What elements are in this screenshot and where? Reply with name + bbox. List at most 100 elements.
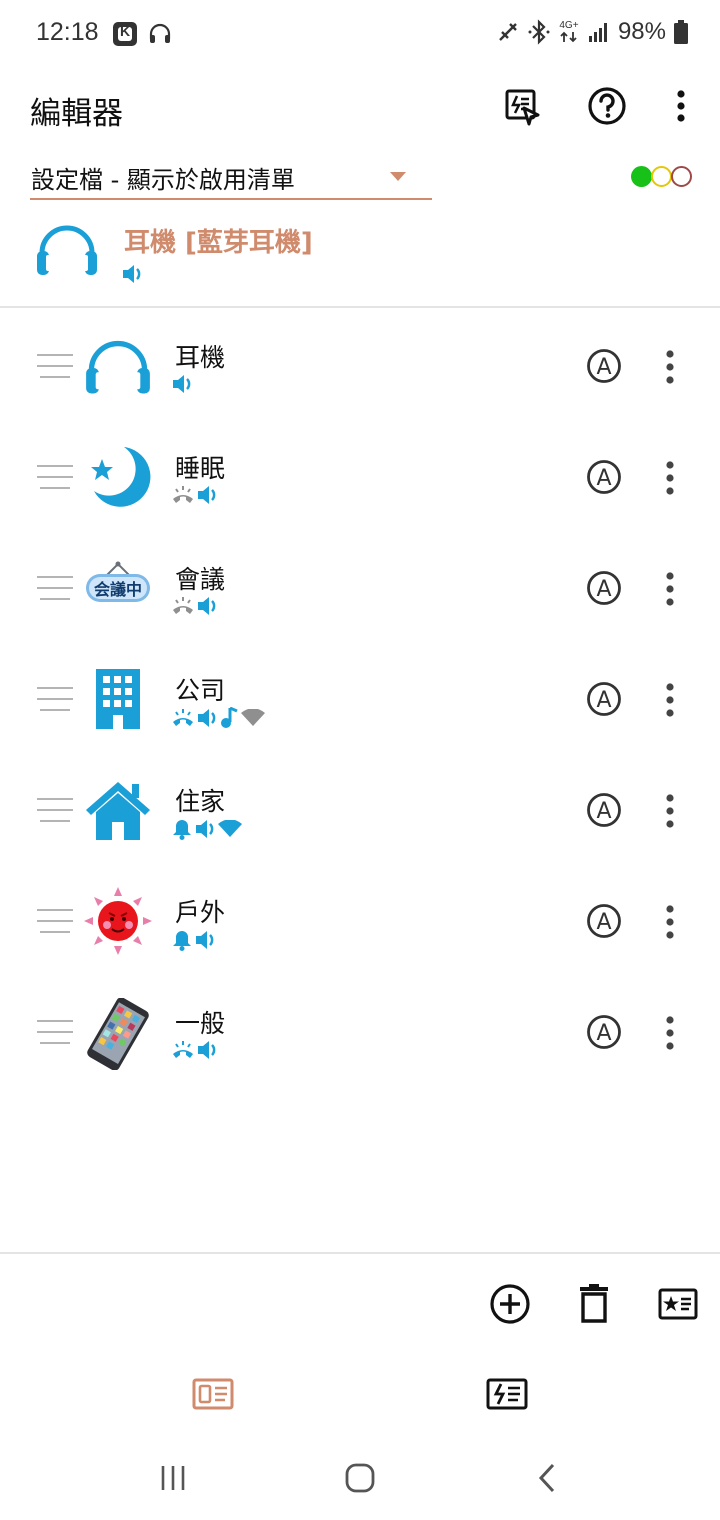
profile-status-icons <box>172 374 192 398</box>
profile-status-icons <box>172 485 217 509</box>
network-type-icon: 4G+ <box>558 21 580 43</box>
green-dot <box>631 166 652 187</box>
sun-icon <box>84 887 152 955</box>
auto-activate-icon[interactable]: A <box>586 903 622 939</box>
list-item[interactable]: 耳機 A <box>0 310 720 421</box>
profile-name: 睡眠 <box>175 454 226 483</box>
back-button[interactable] <box>517 1458 577 1498</box>
nfc-icon <box>496 20 520 44</box>
dropdown-value: 設定檔 - 顯示於啟用清單 <box>31 166 295 194</box>
ring-vibrate-icon <box>172 709 194 731</box>
profiles-tab[interactable] <box>189 1370 237 1418</box>
status-time: 12:18 <box>36 18 99 46</box>
battery-percentage: 98% <box>617 18 666 45</box>
profile-star-icon <box>658 1288 698 1320</box>
auto-activate-icon[interactable]: A <box>586 459 622 495</box>
dropdown-arrow-icon <box>390 172 406 181</box>
volume-icon <box>172 374 192 398</box>
volume-icon <box>122 264 142 288</box>
meeting-sign-icon: 会議中 <box>84 554 152 622</box>
drag-handle-icon[interactable] <box>37 465 73 489</box>
headphones-status-icon <box>148 22 172 50</box>
active-profile-title: 耳機 [藍芽耳機] <box>124 228 313 258</box>
item-more-vert-icon[interactable] <box>658 794 682 828</box>
system-navigation-bar <box>0 1440 720 1520</box>
drag-handle-icon[interactable] <box>37 354 73 378</box>
drag-handle-icon[interactable] <box>37 576 73 600</box>
events-tab-icon <box>486 1378 528 1410</box>
auto-label: A <box>596 1021 611 1046</box>
profile-name: 會議 <box>175 565 226 594</box>
auto-label: A <box>596 577 611 602</box>
auto-label: A <box>596 799 611 824</box>
drag-handle-icon[interactable] <box>37 687 73 711</box>
overflow-menu-button[interactable] <box>659 84 703 128</box>
headphones-icon <box>84 332 152 400</box>
volume-icon <box>195 819 215 843</box>
k-app-label: K <box>119 23 131 39</box>
moon-star-icon <box>84 443 152 511</box>
wifi-off-icon <box>241 708 265 731</box>
list-item[interactable]: 睡眠 A <box>0 421 720 532</box>
house-icon <box>84 776 152 844</box>
profile-status-icons <box>172 1040 217 1064</box>
auto-label: A <box>596 910 611 935</box>
home-icon <box>345 1463 375 1493</box>
item-more-vert-icon[interactable] <box>658 905 682 939</box>
network-type-label: 4G+ <box>559 20 579 31</box>
auto-activate-icon[interactable]: A <box>586 792 622 828</box>
profile-status-icons <box>172 818 242 844</box>
default-profile-button[interactable] <box>654 1280 702 1328</box>
bell-icon <box>172 818 192 844</box>
item-more-vert-icon[interactable] <box>658 461 682 495</box>
help-button[interactable] <box>585 84 629 128</box>
status-bar: 12:18 K 4G+ 98% <box>0 0 720 70</box>
drag-handle-icon[interactable] <box>37 909 73 933</box>
back-icon <box>538 1463 555 1493</box>
ring-muted-icon <box>172 597 194 619</box>
auto-activate-icon[interactable]: A <box>586 1014 622 1050</box>
list-item[interactable]: 会議中 會議 A <box>0 532 720 643</box>
battery-icon <box>674 20 688 44</box>
profile-list-dropdown[interactable]: 設定檔 - 顯示於啟用清單 <box>30 150 432 200</box>
ring-vibrate-icon <box>172 1041 194 1063</box>
divider <box>0 306 720 308</box>
auto-activate-icon[interactable]: A <box>586 348 622 384</box>
drag-handle-icon[interactable] <box>37 798 73 822</box>
item-more-vert-icon[interactable] <box>658 350 682 384</box>
list-item[interactable]: 戶外 A <box>0 865 720 976</box>
auto-label: A <box>596 688 611 713</box>
auto-activate-icon[interactable]: A <box>586 681 622 717</box>
more-vert-icon <box>677 90 685 122</box>
auto-label: A <box>596 355 611 380</box>
delete-profile-button[interactable] <box>570 1280 618 1328</box>
signal-icon <box>588 21 610 43</box>
item-more-vert-icon[interactable] <box>658 683 682 717</box>
activate-profile-button[interactable] <box>500 84 544 128</box>
drag-handle-icon[interactable] <box>37 1020 73 1044</box>
auto-label: A <box>596 466 611 491</box>
volume-icon <box>197 596 217 620</box>
list-item[interactable]: 住家 A <box>0 754 720 865</box>
volume-icon <box>197 1040 217 1064</box>
list-item[interactable]: 一般 A <box>0 976 720 1087</box>
ring-muted-icon <box>172 486 194 508</box>
meeting-sign-text: 会議中 <box>94 580 142 599</box>
traffic-light-indicator[interactable] <box>631 166 692 187</box>
volume-icon <box>195 930 215 954</box>
volume-icon <box>197 485 217 509</box>
red-dot <box>671 166 692 187</box>
profile-status-icons <box>172 929 215 955</box>
volume-icon <box>197 708 217 732</box>
auto-activate-icon[interactable]: A <box>586 570 622 606</box>
recent-apps-button[interactable] <box>143 1458 203 1498</box>
profile-name: 一般 <box>175 1009 226 1038</box>
item-more-vert-icon[interactable] <box>658 1016 682 1050</box>
home-button[interactable] <box>330 1458 390 1498</box>
add-profile-button[interactable] <box>486 1280 534 1328</box>
trash-icon <box>580 1284 608 1323</box>
item-more-vert-icon[interactable] <box>658 572 682 606</box>
events-tab[interactable] <box>483 1370 531 1418</box>
profile-status-icons <box>172 596 217 620</box>
list-item[interactable]: 公司 A <box>0 643 720 754</box>
